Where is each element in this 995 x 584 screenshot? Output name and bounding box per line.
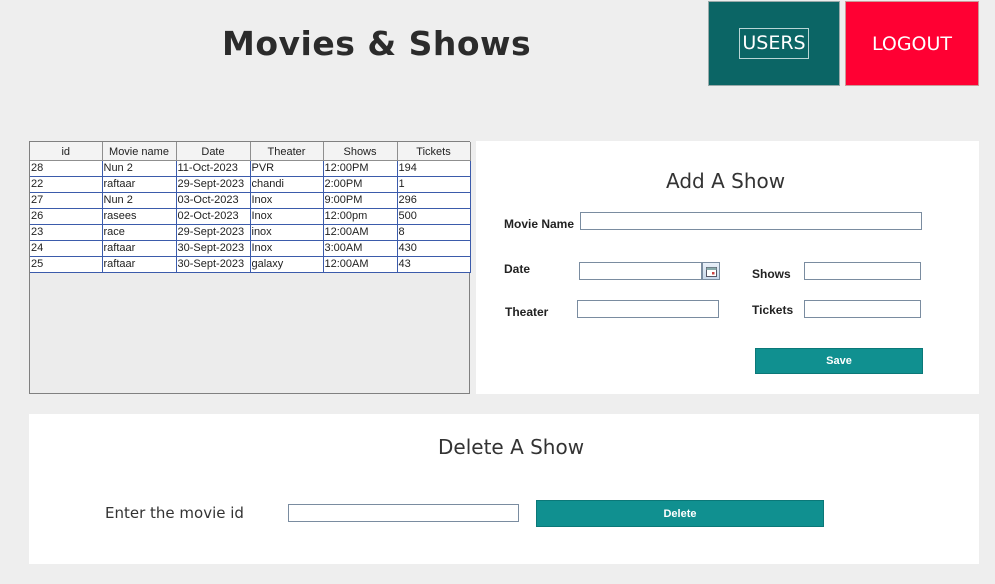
shows-label: Shows [752,267,791,281]
table-row[interactable]: 23 race 29-Sept-2023 inox 12:00AM 8 [30,224,471,241]
table-row[interactable]: 27 Nun 2 03-Oct-2023 Inox 9:00PM 296 [30,192,471,209]
table-cell: 12:00PM [323,160,398,177]
table-cell: 12:00pm [323,208,398,225]
delete-show-title: Delete A Show [438,435,585,459]
column-header[interactable]: Tickets [397,142,471,161]
movie-name-input[interactable] [580,212,922,230]
table-row[interactable]: 22 raftaar 29-Sept-2023 chandi 2:00PM 1 [30,176,471,193]
table-cell: 28 [30,160,103,177]
column-header[interactable]: id [30,142,103,161]
table-cell: 9:00PM [323,192,398,209]
table-cell: 24 [30,240,103,257]
users-button-label: USERS [739,28,809,59]
table-row[interactable]: 25 raftaar 30-Sept-2023 galaxy 12:00AM 43 [30,256,471,273]
table-cell: 27 [30,192,103,209]
table-cell: 25 [30,256,103,273]
table-cell: galaxy [250,256,324,273]
table-cell: 1 [397,176,471,193]
table-cell: Inox [250,240,324,257]
table-cell: 29-Sept-2023 [176,176,251,193]
table-cell: 03-Oct-2023 [176,192,251,209]
table-row[interactable]: 26 rasees 02-Oct-2023 Inox 12:00pm 500 [30,208,471,225]
table-cell: 22 [30,176,103,193]
date-label: Date [504,262,531,276]
column-header[interactable]: Theater [250,142,324,161]
table-cell: 8 [397,224,471,241]
theater-input[interactable] [577,300,719,318]
table-cell: 430 [397,240,471,257]
table-cell: Nun 2 [102,192,177,209]
table-cell: PVR [250,160,324,177]
date-input[interactable] [579,262,702,280]
table-body: 28 Nun 2 11-Oct-2023 PVR 12:00PM 194 22 raftaar… [30,160,471,273]
table-cell: chandi [250,176,324,193]
movie-name-label: Movie Name [504,217,575,231]
movie-id-label: Enter the movie id [105,504,244,522]
shows-table: id Movie name Date Theater Shows Tickets 28 Nu… [30,142,471,273]
table-cell: 29-Sept-2023 [176,224,251,241]
column-header[interactable]: Date [176,142,251,161]
table-cell: 02-Oct-2023 [176,208,251,225]
shows-input[interactable] [804,262,921,280]
tickets-label: Tickets [752,303,794,317]
table-cell: raftaar [102,256,177,273]
table-cell: 30-Sept-2023 [176,256,251,273]
users-button[interactable]: USERS [708,1,840,86]
table-cell: Inox [250,192,324,209]
table-cell: 30-Sept-2023 [176,240,251,257]
logout-button[interactable]: LOGOUT [845,1,979,86]
calendar-icon[interactable] [702,262,720,280]
table-cell: raftaar [102,176,177,193]
save-button[interactable]: Save [755,348,923,374]
table-cell: race [102,224,177,241]
theater-label: Theater [505,305,549,319]
add-show-title: Add A Show [666,169,786,193]
page-title: Movies & Shows [222,24,532,63]
table-cell: 296 [397,192,471,209]
table-cell: 43 [397,256,471,273]
table-row[interactable]: 28 Nun 2 11-Oct-2023 PVR 12:00PM 194 [30,160,471,177]
column-header[interactable]: Movie name [102,142,177,161]
table-cell: Nun 2 [102,160,177,177]
table-cell: 194 [397,160,471,177]
table-cell: 26 [30,208,103,225]
table-cell: 12:00AM [323,256,398,273]
table-cell: Inox [250,208,324,225]
table-cell: inox [250,224,324,241]
table-cell: 12:00AM [323,224,398,241]
table-cell: 23 [30,224,103,241]
table-cell: rasees [102,208,177,225]
tickets-input[interactable] [804,300,921,318]
table-cell: 500 [397,208,471,225]
delete-button[interactable]: Delete [536,500,824,527]
movie-id-input[interactable] [288,504,519,522]
delete-show-panel: Delete A Show Enter the movie id Delete [29,414,979,564]
table-cell: 11-Oct-2023 [176,160,251,177]
shows-table-panel: id Movie name Date Theater Shows Tickets 28 Nu… [29,141,471,394]
table-row[interactable]: 24 raftaar 30-Sept-2023 Inox 3:00AM 430 [30,240,471,257]
table-cell: raftaar [102,240,177,257]
column-header[interactable]: Shows [323,142,398,161]
table-cell: 2:00PM [323,176,398,193]
add-show-panel: Add A Show Movie Name Date Shows Theater… [476,141,979,394]
table-cell: 3:00AM [323,240,398,257]
table-header-row: id Movie name Date Theater Shows Tickets [30,142,471,161]
